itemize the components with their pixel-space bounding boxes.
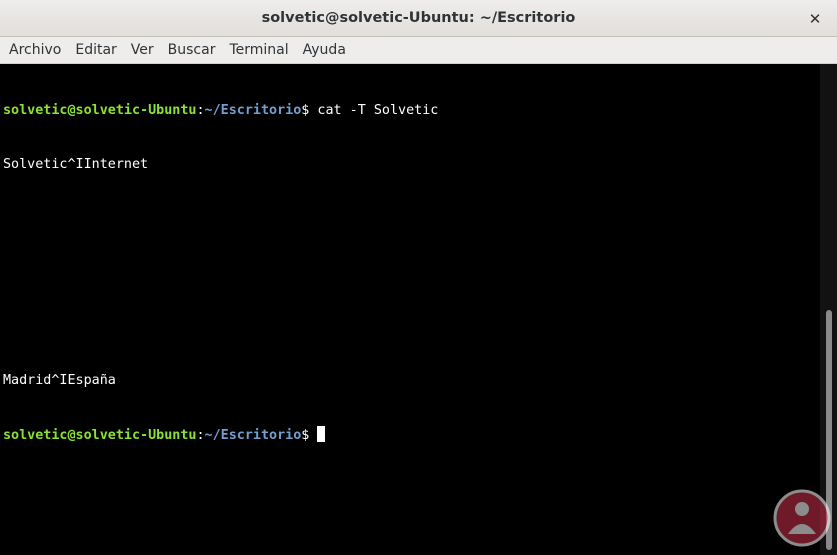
terminal-window: solvetic@solvetic-Ubuntu: ~/Escritorio ✕… — [0, 0, 837, 555]
prompt-dollar: $ — [301, 103, 318, 118]
output-line: Madrid^IEspaña — [3, 373, 116, 388]
menu-archivo[interactable]: Archivo — [2, 37, 68, 63]
prompt-path: ~/Escritorio — [204, 103, 302, 118]
solvetic-logo-icon — [773, 489, 831, 547]
prompt-dollar: $ — [301, 428, 318, 443]
window-title: solvetic@solvetic-Ubuntu: ~/Escritorio — [261, 10, 576, 26]
menu-editar[interactable]: Editar — [68, 37, 123, 63]
vertical-scrollbar[interactable] — [820, 64, 837, 555]
prompt-user: solvetic@solvetic-Ubuntu — [3, 428, 197, 443]
command-text: cat -T Solvetic — [317, 103, 439, 118]
prompt-user: solvetic@solvetic-Ubuntu — [3, 103, 197, 118]
prompt-separator: : — [196, 103, 205, 118]
prompt-line: solvetic@solvetic-Ubuntu:~/Escritorio$ — [3, 426, 820, 444]
close-button[interactable]: ✕ — [804, 8, 826, 30]
menu-ver[interactable]: Ver — [124, 37, 161, 63]
title-bar[interactable]: solvetic@solvetic-Ubuntu: ~/Escritorio ✕ — [0, 0, 837, 37]
close-icon: ✕ — [808, 10, 822, 28]
output-line: Solvetic^IInternet — [3, 157, 149, 172]
prompt-path: ~/Escritorio — [204, 428, 302, 443]
menu-terminal[interactable]: Terminal — [222, 37, 295, 63]
text-cursor — [317, 426, 326, 442]
prompt-line: solvetic@solvetic-Ubuntu:~/Escritorio$ c… — [3, 102, 820, 120]
menu-bar: Archivo Editar Ver Buscar Terminal Ayuda — [0, 37, 837, 64]
menu-ayuda[interactable]: Ayuda — [296, 37, 353, 63]
menu-buscar[interactable]: Buscar — [161, 37, 223, 63]
terminal-output-area[interactable]: solvetic@solvetic-Ubuntu:~/Escritorio$ c… — [0, 64, 820, 555]
prompt-separator: : — [196, 428, 205, 443]
